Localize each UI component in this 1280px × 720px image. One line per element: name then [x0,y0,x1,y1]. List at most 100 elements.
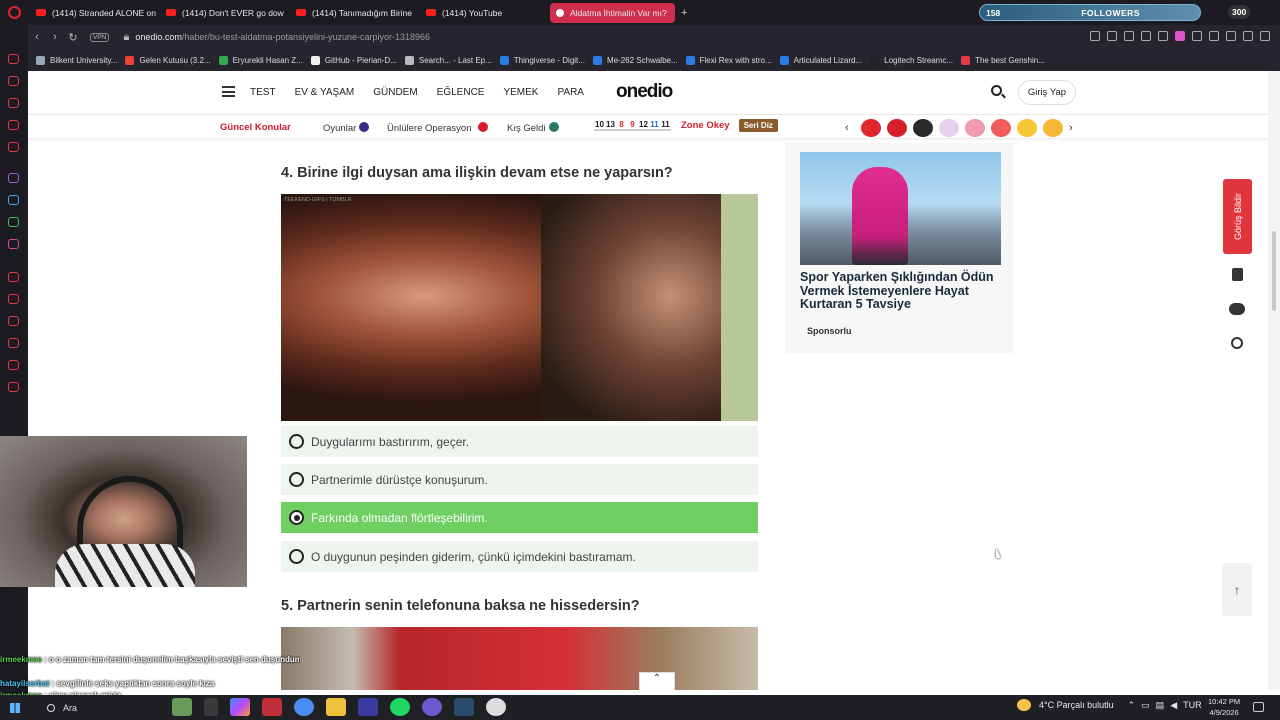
login-button[interactable]: Giriş Yap [1018,80,1076,105]
profile-icon[interactable] [1209,31,1219,41]
nav-gundem[interactable]: GÜNDEM [373,87,417,98]
file-explorer-icon[interactable] [326,698,346,716]
instagram-icon[interactable] [8,239,19,249]
sidebar-bookmark-icon[interactable] [8,294,19,304]
reaction-emoji-icon[interactable] [913,119,933,137]
url-field[interactable]: onedio.com/haber/bu-test-aldatma-potansi… [135,32,430,42]
sidebar-twitch-icon[interactable] [8,120,19,130]
radio-icon[interactable] [289,434,304,449]
obs-icon[interactable] [486,698,506,716]
search-icon[interactable] [991,85,1002,96]
visual-studio-icon[interactable] [358,698,378,716]
shield-icon[interactable] [1124,31,1134,41]
steam-icon[interactable] [454,698,474,716]
menu-icon[interactable] [1260,31,1270,41]
radio-checked-icon[interactable] [289,510,304,525]
bookmark-item[interactable]: The best Genshin... [961,55,1045,65]
reaction-emoji-icon[interactable] [1043,119,1063,137]
spotify-icon[interactable] [390,698,410,716]
copilot-icon[interactable] [230,698,250,716]
bookmark-item[interactable]: Gelen Kutusu (3.2... [125,55,211,65]
sidebar-mail-icon[interactable] [8,142,19,152]
widget-icon[interactable] [172,698,192,716]
bookmark-item[interactable]: GitHub - Pierian-D... [310,55,397,65]
tab-4[interactable]: (1414) YouTube [420,3,548,23]
scroll-to-top-button[interactable]: ↑ [1222,563,1252,616]
forward-icon[interactable]: › [46,31,64,43]
scrollbar-thumb[interactable] [1272,231,1276,311]
radio-icon[interactable] [289,549,304,564]
reaction-emoji-icon[interactable] [861,119,881,137]
windows-start-icon[interactable] [10,702,20,713]
snapshot-icon[interactable] [1107,31,1117,41]
bookmark-item[interactable]: Logitech Streamc... [870,55,953,65]
reload-icon[interactable]: ↻ [64,31,82,44]
feedback-button[interactable]: Görüş Bildir [1223,179,1252,254]
extension-icon[interactable] [1175,31,1185,41]
chrome-icon[interactable] [294,698,314,716]
bookmark-item[interactable]: Search... - Last Ep... [404,55,492,65]
weather-text[interactable]: 4°C Parçalı bulutlu [1039,700,1114,710]
comments-icon[interactable] [1228,301,1246,317]
tab-3[interactable]: (1414) Tanımadığım Birine [290,3,418,23]
sidebar-settings-icon[interactable] [8,382,19,392]
sidebar-aria-icon[interactable] [8,54,19,64]
opera-icon[interactable] [262,698,282,716]
sidebar-history-icon[interactable] [8,76,19,86]
back-icon[interactable]: ‹ [28,31,46,43]
answer-option-3-selected[interactable]: Farkında olmadan flörtleşebilirim. [281,502,758,533]
next-arrow-icon[interactable]: › [1069,122,1079,134]
sidebar-wallet-icon[interactable] [8,316,19,326]
notification-icon[interactable] [1253,702,1264,712]
play-icon[interactable] [1141,31,1151,41]
tab-active[interactable]: Aldatma İhtimalin Var mı? [550,2,675,23]
tab-2[interactable]: (1414) Don't EVER go dow [160,3,288,23]
topic-kis-geldi[interactable]: Kış Geldi [507,122,559,134]
whatsapp-icon[interactable] [8,217,19,227]
topic-oyunlar[interactable]: Oyunlar [323,122,370,134]
answer-option-2[interactable]: Partnerimle dürüstçe konuşurum. [281,464,758,495]
twitch-icon[interactable] [8,173,19,183]
radio-icon[interactable] [289,472,304,487]
reaction-emoji-icon[interactable] [939,119,959,137]
opera-logo-icon[interactable] [0,0,28,25]
new-tab-button[interactable]: + [681,7,687,19]
sponsored-title[interactable]: Spor Yaparken Şıklığından Ödün Vermek İs… [800,270,1000,312]
heart-icon[interactable] [1158,31,1168,41]
taskbar-search[interactable]: Ara [47,703,77,713]
tab-1[interactable]: (1414) Stranded ALONE on [30,3,158,23]
puzzle-icon[interactable] [1192,31,1202,41]
answer-option-1[interactable]: Duygularımı bastırırım, geçer. [281,426,758,457]
reaction-emoji-icon[interactable] [965,119,985,137]
prev-arrow-icon[interactable]: ‹ [845,122,855,134]
bookmark-item[interactable]: Flexi Rex with stro... [685,55,772,65]
bookmark-item[interactable]: Articulated Lizard... [779,55,862,65]
sidebar-send-icon[interactable] [8,360,19,370]
bookmark-item[interactable]: Thingiverse - Digit... [499,55,585,65]
bookmark-item[interactable]: Bilkent University... [36,55,117,65]
vpn-badge[interactable]: VPN [90,32,110,42]
bookmark-add-icon[interactable] [1228,266,1246,282]
bookmark-item[interactable]: Me-262 Schwalbe... [592,55,678,65]
sponsored-card[interactable]: Spor Yaparken Şıklığından Ödün Vermek İs… [785,143,1014,353]
topic-unlulere-operasyon[interactable]: Ünlülere Operasyon [387,122,488,134]
page-scrollbar[interactable] [1268,71,1280,690]
reaction-emoji-icon[interactable] [1017,119,1037,137]
messenger-icon[interactable] [8,195,19,205]
nav-test[interactable]: TEST [250,87,276,98]
discord-icon[interactable] [422,698,442,716]
task-view-icon[interactable] [204,698,218,716]
answer-option-4[interactable]: O duygunun peşinden giderim, çünkü içimd… [281,541,758,572]
onedio-logo[interactable]: onedio [616,81,673,103]
pin-icon[interactable] [1090,31,1100,41]
zone-okey-promo[interactable]: 10 13 8 9 12 11 11 Zone Okey Seri Diz [594,119,778,132]
collapse-chevron-icon[interactable]: ⌃ [639,672,675,690]
hamburger-menu-icon[interactable] [222,86,235,97]
ai-icon[interactable] [1243,31,1253,41]
tray-icons[interactable]: ⌃▭▤◀︎ [1128,700,1183,711]
taskbar-clock[interactable]: 10:42 PM 4/9/2026 [1208,696,1240,718]
nav-yemek[interactable]: YEMEK [503,87,538,98]
nav-para[interactable]: PARA [557,87,584,98]
sidebar-music-icon[interactable] [8,272,19,282]
reaction-emoji-icon[interactable] [887,119,907,137]
